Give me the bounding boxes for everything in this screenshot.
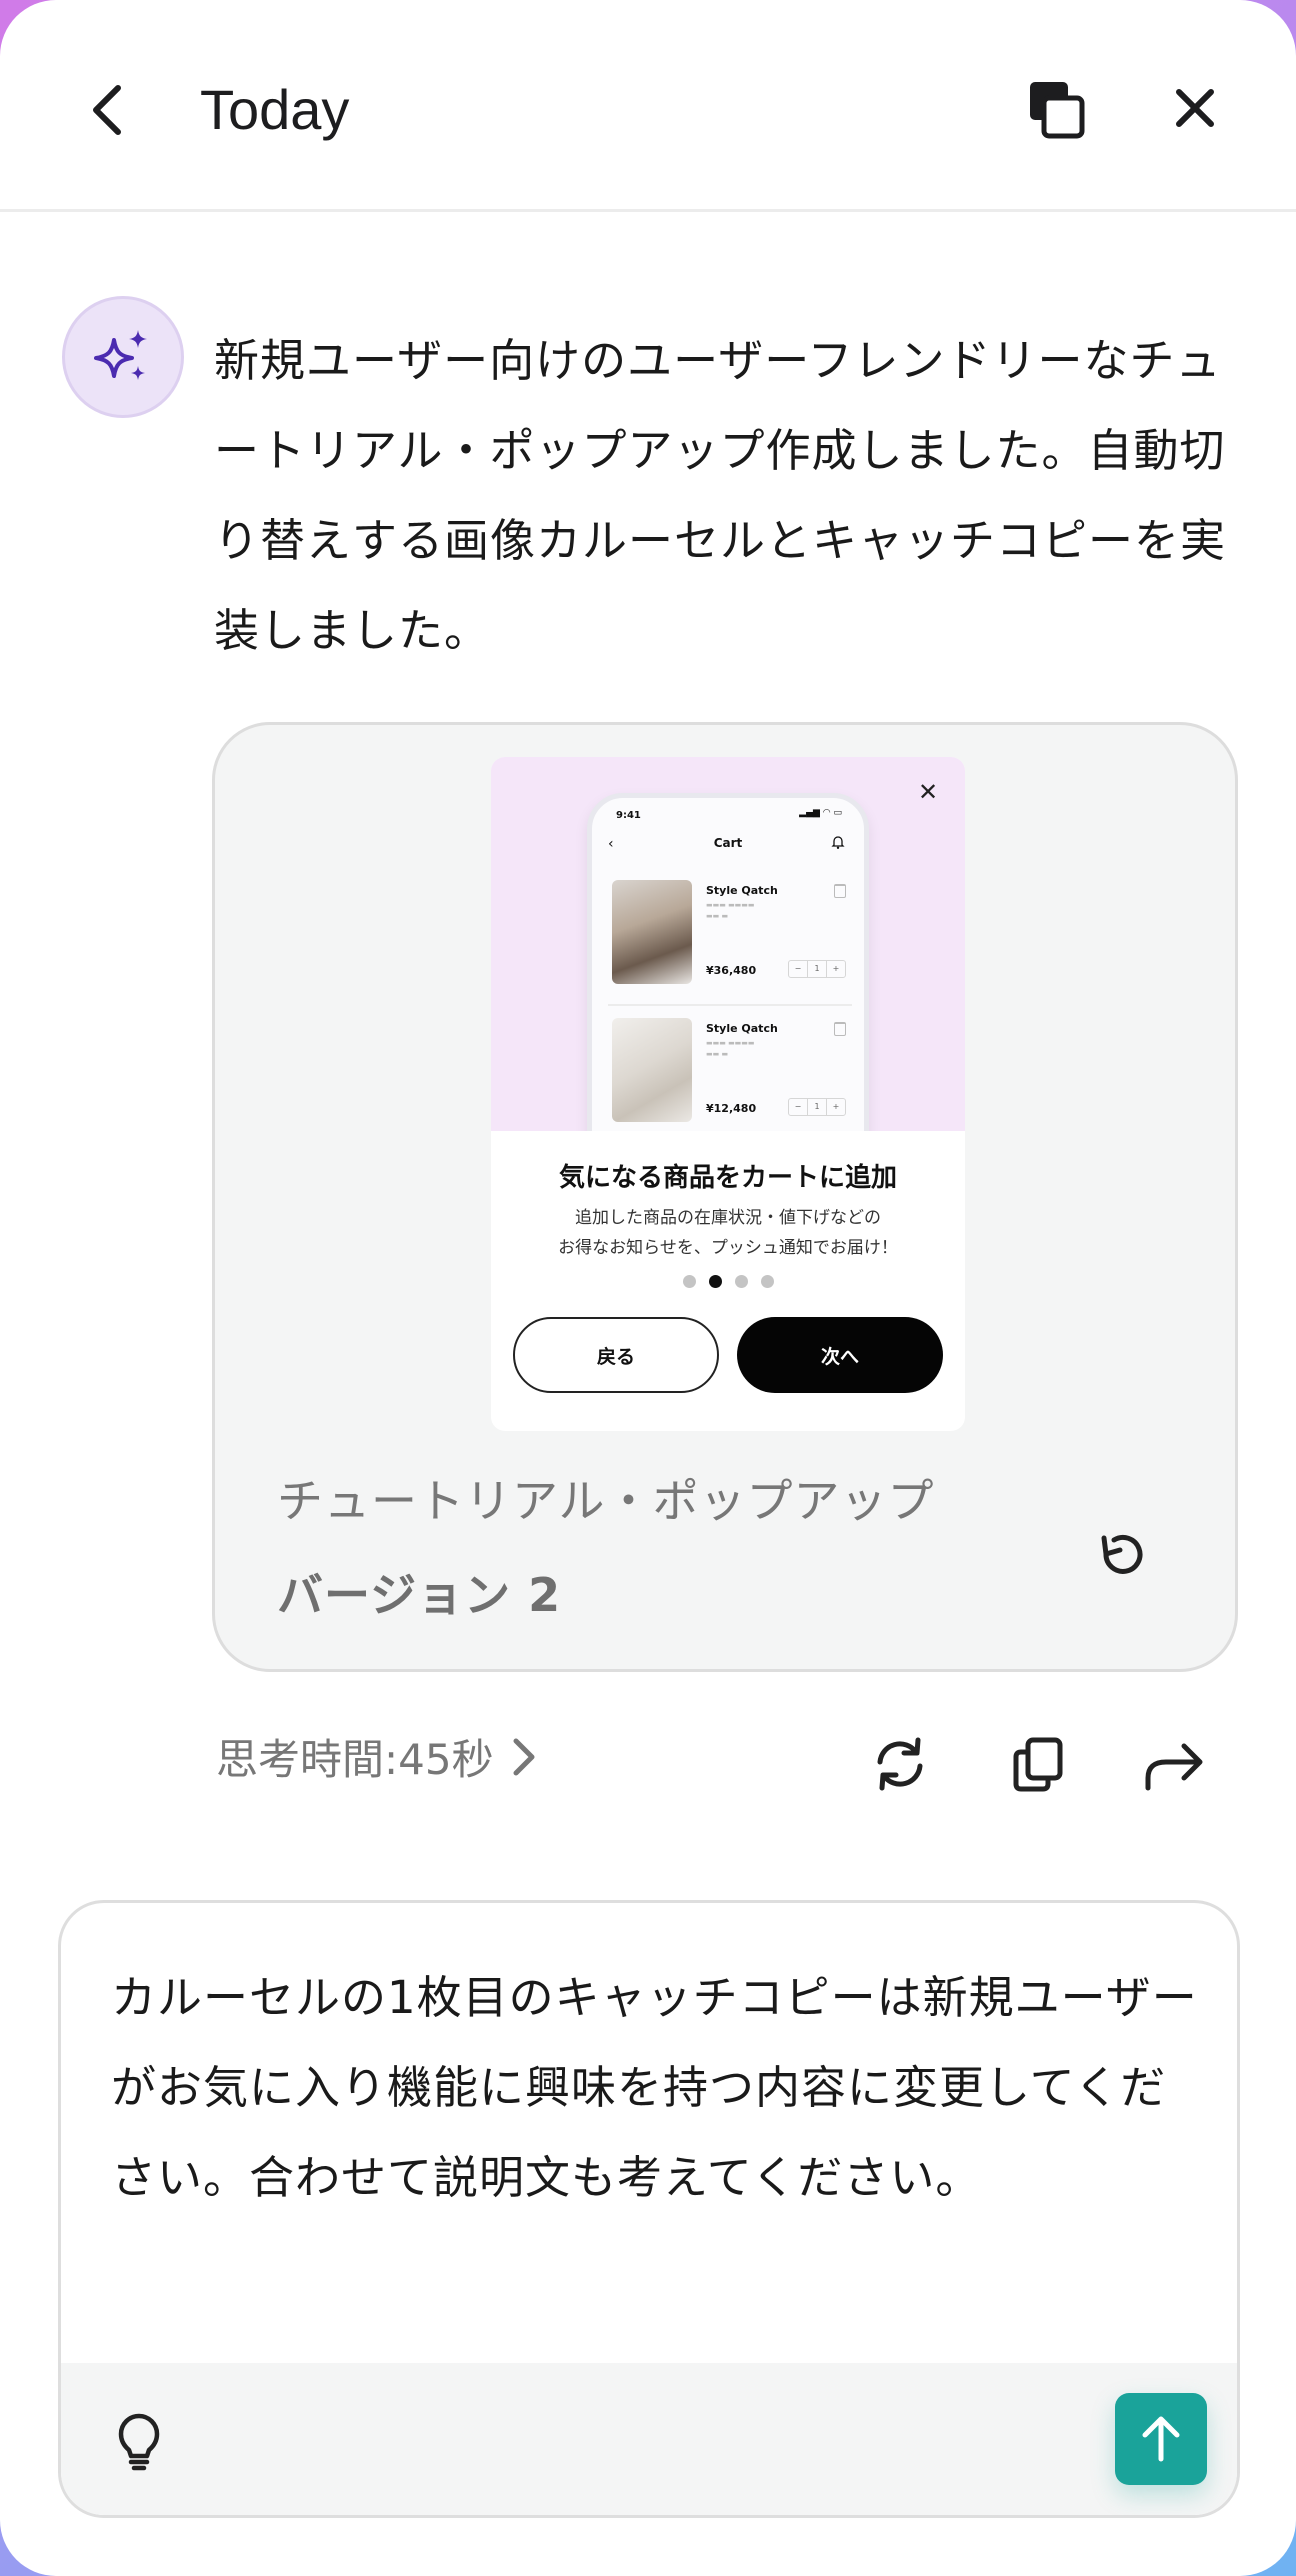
header: Today [0,0,1296,212]
ideas-button[interactable] [111,2407,167,2477]
composer-toolbar [61,2363,1237,2515]
popup-close-icon: ✕ [917,778,939,806]
carousel-dot [760,1275,774,1288]
refresh-icon [877,1737,923,1791]
assistant-message: 新規ユーザー向けのユーザーフレンドリーなチュートリアル・ポップアップ作成しました… [214,334,1227,657]
popup-heading: 気になる商品をカートに追加 [558,1163,897,1193]
artifact-preview-card[interactable]: ✕ 9:41 ▂▄▆ ◠ ▭ ‹ Cart Style Qatch ▬▬▬ ▬▬… [212,722,1238,1672]
popup-back-button: 戻る [513,1317,719,1393]
product-price: ¥12,480 [706,1102,757,1115]
popup-description-line: お得なお知らせを、プッシュ通知でお届け！ [558,1238,898,1258]
artifact-version: バージョン 2 [277,1568,562,1622]
assistant-avatar [62,296,184,418]
cart-item: Style Qatch ▬▬▬ ▬▬▬▬ ▬▬ ▬ ¥12,480 −1 + [608,1010,852,1131]
phone-time: 9:41 [616,810,641,821]
popup-next-button: 次へ [737,1317,943,1393]
popup-description-line: 追加した商品の在庫状況・値下げなどの [575,1208,881,1228]
page-title: Today [200,78,350,141]
undo-icon [1101,1534,1143,1574]
regenerate-button[interactable] [864,1728,936,1800]
trash-icon [834,1022,846,1036]
carousel-image: ✕ 9:41 ▂▄▆ ◠ ▭ ‹ Cart Style Qatch ▬▬▬ ▬▬… [491,757,965,1131]
arrow-up-icon [1142,2416,1180,2462]
share-button[interactable] [1138,1728,1210,1800]
share-arrow-icon [1145,1743,1203,1791]
thinking-time-toggle[interactable]: 思考時間:45秒 [216,1726,538,1787]
carousel-dot [734,1275,748,1288]
lightbulb-icon [118,2413,160,2471]
trash-icon [834,884,846,898]
message-composer[interactable]: カルーセルの1枚目のキャッチコピーは新規ユーザーがお気に入り機能に興味を持つ内容… [58,1900,1240,2518]
copy-icon [1013,1737,1063,1792]
product-thumbnail [612,880,692,984]
close-button[interactable] [1170,80,1220,136]
copy-button[interactable] [1002,1728,1074,1800]
chevron-left-icon [93,85,121,135]
back-button[interactable] [78,70,138,150]
product-details: ▬▬▬ ▬▬▬▬ ▬▬ ▬ [706,901,755,920]
cart-item: Style Qatch ▬▬▬ ▬▬▬▬ ▬▬ ▬ ¥36,480 −1 + [608,872,852,1006]
product-details: ▬▬▬ ▬▬▬▬ ▬▬ ▬ [706,1039,755,1058]
composer-input[interactable]: カルーセルの1枚目のキャッチコピーは新規ユーザーがお気に入り機能に興味を持つ内容… [111,1953,1201,2223]
popup-description: 追加した商品の在庫状況・値下げなどの お得なお知らせを、プッシュ通知でお届け！ [491,1203,965,1263]
thinking-time-label: 思考時間:45秒 [216,1735,494,1784]
product-name: Style Qatch [706,1022,778,1035]
carousel-dot [682,1275,696,1288]
quantity-value: 1 [808,1099,827,1115]
product-price: ¥36,480 [706,964,757,977]
picture-in-picture-icon [1030,82,1085,139]
chevron-right-icon [513,1738,535,1775]
product-thumbnail [612,1018,692,1122]
carousel-dots [491,1275,965,1288]
tutorial-popup-preview: ✕ 9:41 ▂▄▆ ◠ ▭ ‹ Cart Style Qatch ▬▬▬ ▬▬… [491,757,965,1431]
quantity-stepper: −1 + [788,1098,846,1116]
send-button[interactable] [1115,2393,1207,2485]
close-icon [1176,89,1214,127]
quantity-value: 1 [808,961,827,977]
phone-title: Cart [713,836,743,850]
product-name: Style Qatch [706,884,778,897]
undo-button[interactable] [1087,1521,1157,1591]
phone-mockup: 9:41 ▂▄▆ ◠ ▭ ‹ Cart Style Qatch ▬▬▬ ▬▬▬▬… [587,793,869,1131]
quantity-stepper: −1 + [788,960,846,978]
phone-status-icons: ▂▄▆ ◠ ▭ [799,808,842,818]
picture-in-picture-button[interactable] [1024,78,1088,142]
bell-icon [831,836,845,849]
artifact-title: チュートリアル・ポップアップ [277,1474,935,1528]
app-window: Today 新規ユーザー向けのユーザーフレンドリーなチュートリアル・ポップアップ… [0,0,1296,2576]
carousel-dot-active [708,1275,722,1288]
sparkles-icon [94,330,147,380]
